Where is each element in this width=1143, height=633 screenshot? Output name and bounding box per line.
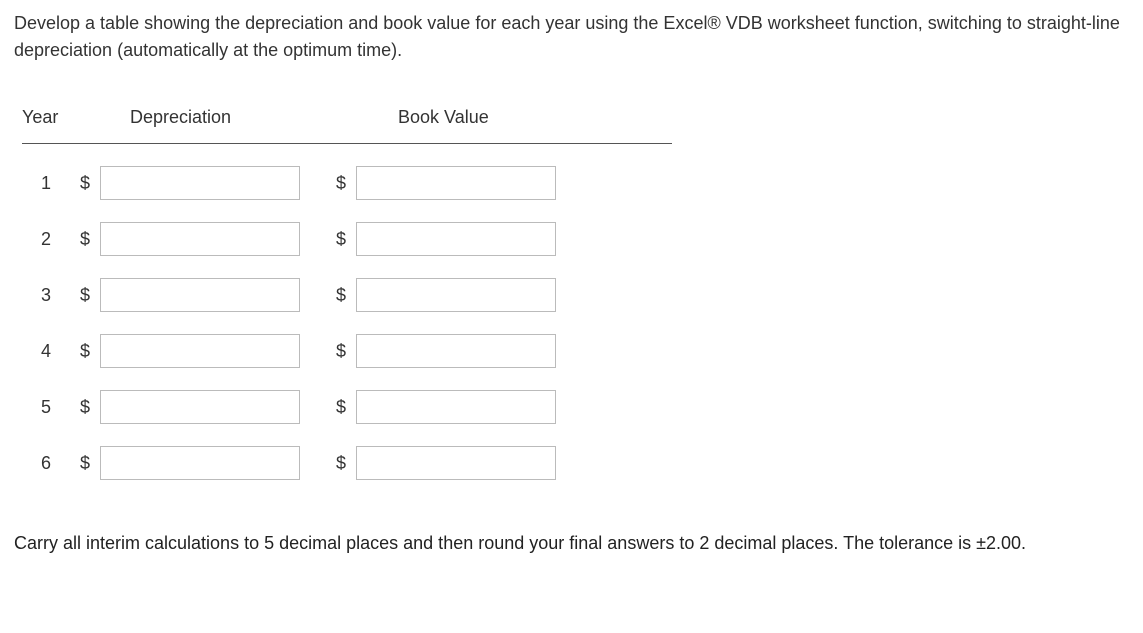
table-row: 1 $ $ bbox=[22, 166, 1129, 200]
table-row: 4 $ $ bbox=[22, 334, 1129, 368]
currency-symbol: $ bbox=[326, 394, 356, 421]
year-label: 4 bbox=[22, 338, 70, 365]
currency-symbol: $ bbox=[326, 226, 356, 253]
year-label: 2 bbox=[22, 226, 70, 253]
depreciation-input-4[interactable] bbox=[100, 334, 300, 368]
depreciation-input-2[interactable] bbox=[100, 222, 300, 256]
currency-symbol: $ bbox=[70, 170, 100, 197]
footnote-text: Carry all interim calculations to 5 deci… bbox=[14, 530, 1129, 557]
year-label: 1 bbox=[22, 170, 70, 197]
currency-symbol: $ bbox=[326, 338, 356, 365]
currency-symbol: $ bbox=[326, 282, 356, 309]
currency-symbol: $ bbox=[70, 338, 100, 365]
book-value-input-6[interactable] bbox=[356, 446, 556, 480]
currency-symbol: $ bbox=[70, 450, 100, 477]
header-year: Year bbox=[22, 104, 94, 131]
table-row: 3 $ $ bbox=[22, 278, 1129, 312]
table-row: 6 $ $ bbox=[22, 446, 1129, 480]
currency-symbol: $ bbox=[70, 282, 100, 309]
year-label: 5 bbox=[22, 394, 70, 421]
book-value-input-1[interactable] bbox=[356, 166, 556, 200]
depreciation-input-5[interactable] bbox=[100, 390, 300, 424]
header-depreciation: Depreciation bbox=[94, 104, 354, 131]
header-book-value: Book Value bbox=[354, 104, 614, 131]
currency-symbol: $ bbox=[70, 394, 100, 421]
book-value-input-5[interactable] bbox=[356, 390, 556, 424]
book-value-input-3[interactable] bbox=[356, 278, 556, 312]
table-row: 5 $ $ bbox=[22, 390, 1129, 424]
depreciation-input-3[interactable] bbox=[100, 278, 300, 312]
instruction-text: Develop a table showing the depreciation… bbox=[14, 10, 1129, 64]
table-header-row: Year Depreciation Book Value bbox=[22, 104, 672, 144]
year-label: 6 bbox=[22, 450, 70, 477]
year-label: 3 bbox=[22, 282, 70, 309]
depreciation-table: Year Depreciation Book Value 1 $ $ 2 $ $… bbox=[22, 104, 1129, 480]
depreciation-input-6[interactable] bbox=[100, 446, 300, 480]
currency-symbol: $ bbox=[326, 170, 356, 197]
book-value-input-2[interactable] bbox=[356, 222, 556, 256]
book-value-input-4[interactable] bbox=[356, 334, 556, 368]
table-row: 2 $ $ bbox=[22, 222, 1129, 256]
depreciation-input-1[interactable] bbox=[100, 166, 300, 200]
currency-symbol: $ bbox=[326, 450, 356, 477]
currency-symbol: $ bbox=[70, 226, 100, 253]
